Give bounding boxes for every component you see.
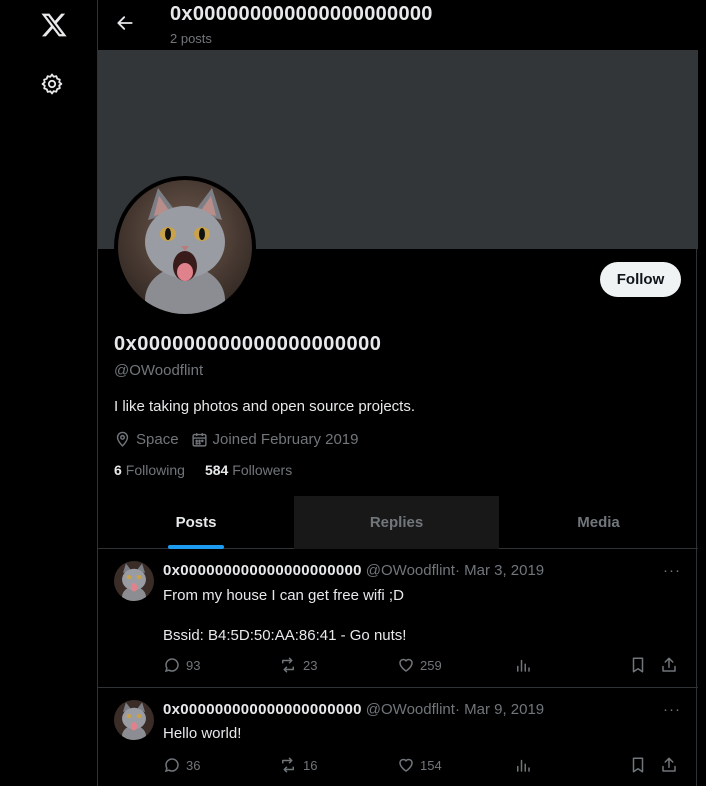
followers-label: Followers: [232, 462, 293, 478]
left-rail: [0, 0, 97, 786]
cat-avatar-image: [118, 180, 252, 314]
reply-icon: [164, 758, 179, 773]
share-icon: [662, 757, 676, 772]
post-author-name[interactable]: 0x000000000000000000000: [163, 562, 362, 579]
tab-replies-label: Replies: [369, 514, 424, 531]
bookmark-icon: [632, 757, 644, 773]
reply-count: 36: [186, 757, 201, 773]
bookmark-button[interactable]: [629, 756, 652, 774]
like-count: 154: [420, 757, 442, 773]
repost-count: 16: [303, 757, 318, 773]
share-button[interactable]: [660, 656, 683, 674]
post-author-handle[interactable]: @OWoodflint: [366, 701, 455, 718]
reply-button[interactable]: 93: [163, 656, 200, 674]
bookmark-button[interactable]: [629, 656, 652, 674]
header-title: 0x000000000000000000000: [170, 3, 433, 25]
followers-count: 584: [204, 462, 229, 478]
post-avatar[interactable]: [114, 700, 154, 740]
heart-icon: [399, 758, 413, 772]
share-button[interactable]: [660, 756, 683, 774]
views-button[interactable]: [514, 656, 537, 674]
profile-bio: I like taking photos and open source pro…: [114, 398, 416, 415]
repost-icon: [282, 657, 294, 673]
post-author-name[interactable]: 0x000000000000000000000: [163, 701, 362, 718]
post-actions: 93 23 259: [163, 656, 683, 676]
location-icon: [116, 431, 129, 447]
post-text: Hello world!: [163, 725, 242, 742]
heart-icon: [399, 658, 413, 672]
repost-count: 23: [303, 657, 318, 673]
calendar-icon: [191, 432, 207, 447]
post-item[interactable]: 0x000000000000000000000 @OWoodflint · Ma…: [98, 549, 698, 688]
like-count: 259: [420, 657, 442, 673]
reply-count: 93: [186, 657, 201, 673]
profile-joined: Joined February 2019: [212, 430, 359, 448]
profile-location: Space: [136, 430, 179, 448]
profile-column: 0x000000000000000000000 2 posts Follow 0…: [97, 0, 698, 786]
cat-avatar-image: [114, 561, 154, 601]
post-text: From my house I can get free wifi ;D Bss…: [163, 587, 407, 644]
post-header: 0x000000000000000000000 @OWoodflint · Ma…: [163, 701, 544, 718]
repost-button[interactable]: 16: [278, 756, 317, 774]
share-icon: [662, 657, 676, 672]
repost-icon: [282, 757, 294, 773]
following-count: 6: [114, 462, 122, 478]
reply-icon: [164, 658, 179, 673]
post-item[interactable]: 0x000000000000000000000 @OWoodflint · Ma…: [98, 688, 698, 786]
post-header: 0x000000000000000000000 @OWoodflint · Ma…: [163, 562, 544, 579]
post-avatar[interactable]: [114, 561, 154, 601]
gear-icon[interactable]: [40, 72, 64, 96]
views-button[interactable]: [514, 756, 537, 774]
repost-button[interactable]: 23: [278, 656, 317, 674]
profile-meta: Space Joined February 2019: [114, 429, 370, 449]
profile-avatar[interactable]: [114, 176, 256, 318]
post-author-handle[interactable]: @OWoodflint: [366, 562, 455, 579]
tab-posts-label: Posts: [175, 514, 217, 531]
analytics-icon: [517, 759, 530, 772]
top-bar: 0x000000000000000000000 2 posts: [98, 0, 698, 50]
tab-posts[interactable]: Posts: [98, 496, 294, 549]
following-link[interactable]: 6 Following: [114, 462, 185, 478]
x-logo-icon[interactable]: [40, 11, 68, 39]
like-button[interactable]: 154: [397, 756, 442, 774]
like-button[interactable]: 259: [397, 656, 442, 674]
back-arrow-icon[interactable]: [115, 13, 135, 33]
post-date[interactable]: · Mar 3, 2019: [455, 562, 544, 579]
profile-name: 0x000000000000000000000: [114, 333, 382, 355]
more-options-icon[interactable]: ···: [663, 701, 681, 718]
post-actions: 36 16 154: [163, 756, 683, 776]
cat-avatar-image: [114, 700, 154, 740]
following-label: Following: [125, 462, 185, 478]
follow-button[interactable]: Follow: [600, 262, 681, 297]
analytics-icon: [517, 659, 530, 672]
more-options-icon[interactable]: ···: [663, 562, 681, 579]
reply-button[interactable]: 36: [163, 756, 200, 774]
followers-link[interactable]: 584 Followers: [205, 462, 292, 478]
follow-counts: 6 Following 584 Followers: [114, 462, 312, 478]
profile-handle: @OWoodflint: [114, 362, 204, 379]
header-post-count: 2 posts: [170, 31, 212, 46]
tab-replies[interactable]: Replies: [294, 496, 499, 549]
tab-media-label: Media: [577, 514, 620, 531]
bookmark-icon: [632, 657, 644, 673]
profile-tabs: Posts Replies Media: [98, 496, 698, 549]
tab-media[interactable]: Media: [499, 496, 698, 549]
post-date[interactable]: · Mar 9, 2019: [455, 701, 544, 718]
